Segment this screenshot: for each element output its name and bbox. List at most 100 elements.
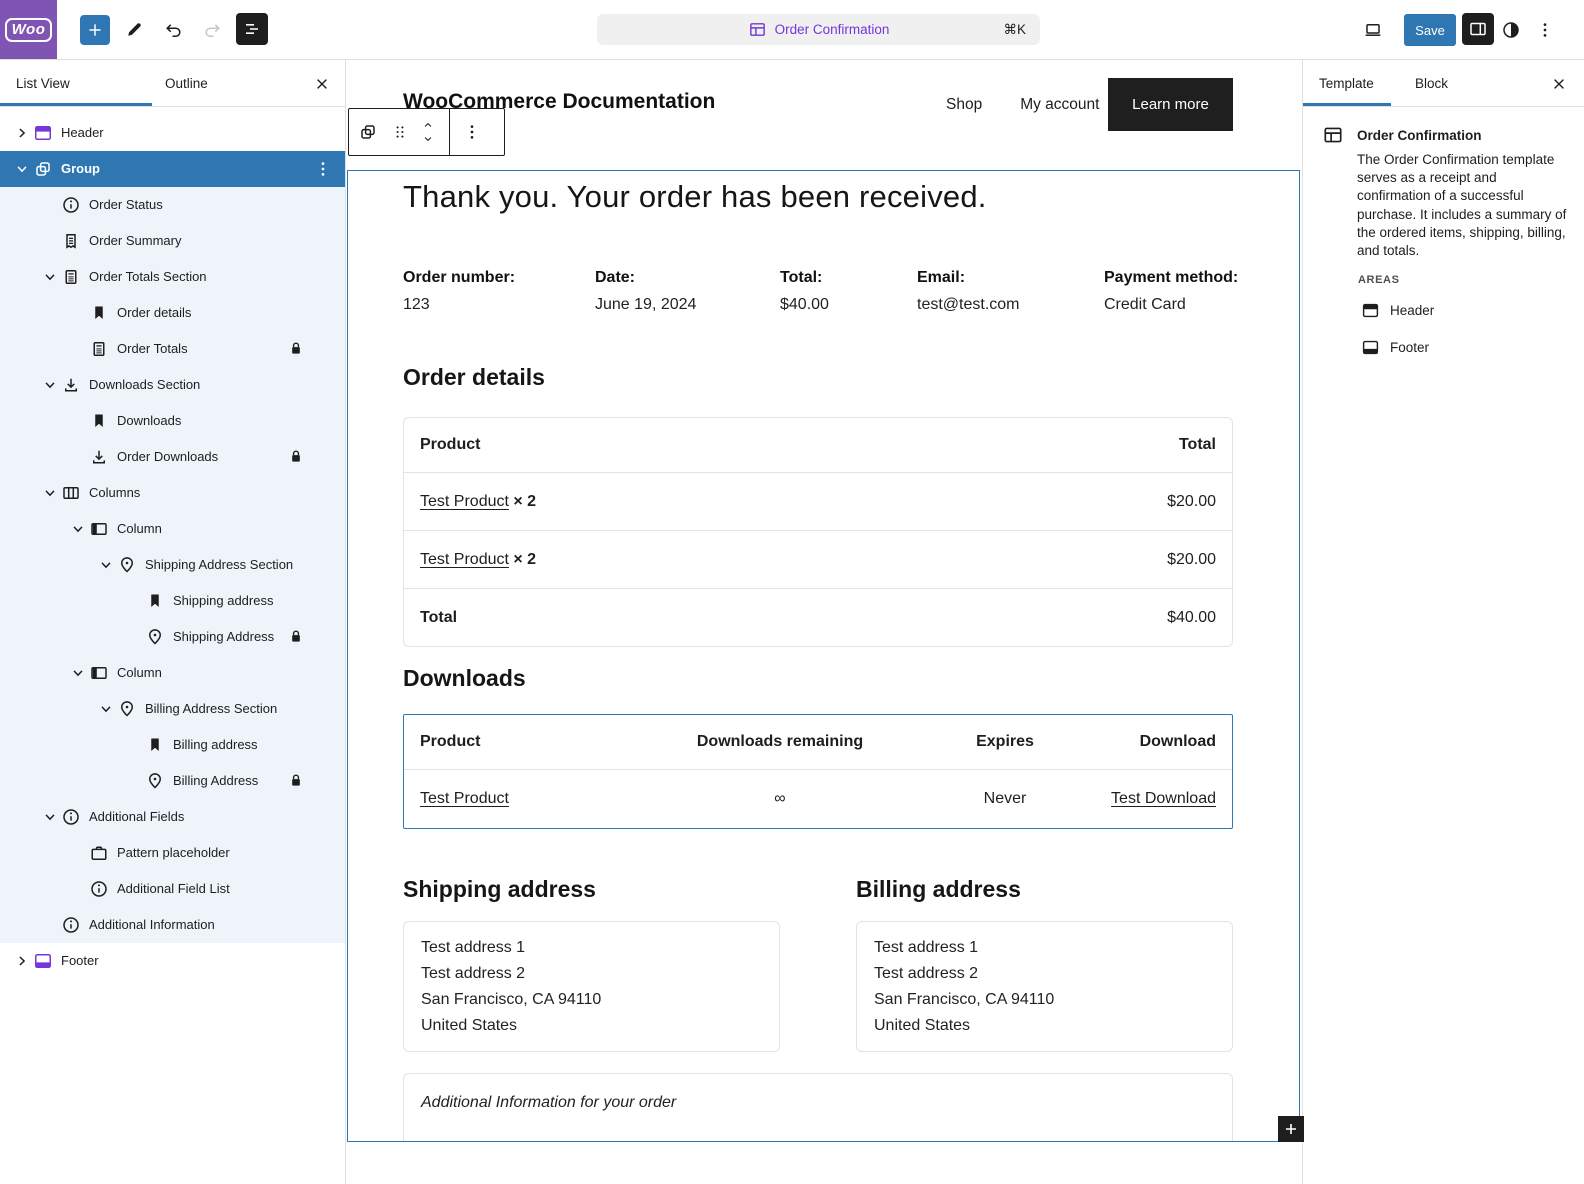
- block-label: Additional Fields: [89, 809, 185, 824]
- redo-button[interactable]: [201, 18, 225, 42]
- drag-handle[interactable]: [387, 109, 413, 155]
- list-view-item-additional-field-list[interactable]: Additional Field List: [0, 871, 345, 907]
- save-button[interactable]: Save: [1404, 14, 1456, 46]
- download-link[interactable]: Test Download: [1111, 790, 1216, 807]
- block-options-button[interactable]: [450, 109, 494, 155]
- list-view-item-order-totals[interactable]: Order Totals: [0, 331, 345, 367]
- list-view-item-shipping-address[interactable]: Shipping address: [0, 583, 345, 619]
- list-view-item-billing-address[interactable]: Billing address: [0, 727, 345, 763]
- address-line: Test address 1: [874, 939, 979, 956]
- pattern-icon: [89, 843, 109, 863]
- move-down-button[interactable]: [419, 132, 437, 146]
- nav-link-shop[interactable]: Shop: [946, 96, 982, 114]
- additional-information-text: Additional Information for your order: [421, 1094, 677, 1111]
- order-details-heading[interactable]: Order details: [403, 364, 545, 391]
- list-view-item-columns[interactable]: Columns: [0, 475, 345, 511]
- list-view-item-column[interactable]: Column: [0, 511, 345, 547]
- list-view-item-billing-address[interactable]: Billing Address: [0, 763, 345, 799]
- group-icon: [33, 159, 53, 179]
- styles-button[interactable]: [1498, 17, 1524, 43]
- list-view-item-additional-fields[interactable]: Additional Fields: [0, 799, 345, 835]
- tab-outline[interactable]: Outline: [152, 60, 208, 106]
- order-details-table[interactable]: Product Total Test Product × 2 $20.00 Test P…: [403, 417, 1233, 647]
- footer-icon: [33, 951, 53, 971]
- chevron-down-icon[interactable]: [40, 807, 60, 827]
- learn-more-button[interactable]: Learn more: [1108, 78, 1233, 131]
- list-view-toggle-button[interactable]: [236, 13, 268, 45]
- list-view-item-order-summary[interactable]: Order Summary: [0, 223, 345, 259]
- woo-logo-text: Woo: [4, 17, 53, 42]
- shipping-address-box[interactable]: Test address 1 Test address 2 San Francisc…: [403, 921, 780, 1052]
- chevron-down-icon[interactable]: [40, 483, 60, 503]
- col-product: Product: [420, 733, 481, 750]
- list-view-item-order-details[interactable]: Order details: [0, 295, 345, 331]
- list-view-item-billing-address-section[interactable]: Billing Address Section: [0, 691, 345, 727]
- nav-link-my-account[interactable]: My account: [1020, 96, 1099, 114]
- chevron-right-icon[interactable]: [12, 123, 32, 143]
- chevron-down-icon[interactable]: [96, 555, 116, 575]
- pin-icon: [117, 555, 137, 575]
- block-type-button[interactable]: [349, 109, 387, 155]
- order-info-label: Total:: [780, 269, 823, 286]
- tab-block[interactable]: Block: [1391, 60, 1448, 106]
- downloads-table[interactable]: Product Downloads remaining Expires Downloa…: [403, 714, 1233, 829]
- chevron-down-icon[interactable]: [40, 375, 60, 395]
- undo-button[interactable]: [161, 18, 185, 42]
- edit-tool-button[interactable]: [122, 18, 146, 42]
- settings-sidebar-toggle[interactable]: [1462, 13, 1494, 45]
- chevron-down-icon[interactable]: [68, 519, 88, 539]
- downloads-remaining: ∞: [774, 790, 786, 807]
- product-link[interactable]: Test Product: [420, 551, 509, 568]
- close-sidebar-button[interactable]: [1548, 73, 1570, 95]
- chevron-down-icon[interactable]: [68, 663, 88, 683]
- close-list-view-button[interactable]: [311, 73, 333, 95]
- list-view-item-order-status[interactable]: Order Status: [0, 187, 345, 223]
- list-view-item-downloads[interactable]: Downloads: [0, 403, 345, 439]
- thank-you-heading[interactable]: Thank you. Your order has been received.: [403, 179, 987, 215]
- template-area-footer[interactable]: Footer: [1361, 338, 1429, 357]
- list-view-item-pattern-placeholder[interactable]: Pattern placeholder: [0, 835, 345, 871]
- product-link[interactable]: Test Product: [420, 790, 509, 807]
- product-link[interactable]: Test Product: [420, 493, 509, 510]
- sidebar-tabs: Template Block: [1303, 60, 1584, 107]
- list-view-item-header[interactable]: Header: [0, 115, 345, 151]
- list-view-item-shipping-address-section[interactable]: Shipping Address Section: [0, 547, 345, 583]
- downloads-heading[interactable]: Downloads: [403, 665, 526, 692]
- shipping-address-heading[interactable]: Shipping address: [403, 876, 596, 903]
- list-view-item-footer[interactable]: Footer: [0, 943, 345, 979]
- template-icon: [1322, 124, 1344, 146]
- command-center[interactable]: Order Confirmation ⌘K: [597, 14, 1040, 45]
- pencil-icon: [124, 20, 144, 40]
- chevron-right-icon[interactable]: [12, 951, 32, 971]
- chevron-down-icon[interactable]: [96, 699, 116, 719]
- list-view-item-order-downloads[interactable]: Order Downloads: [0, 439, 345, 475]
- chevron-down-icon[interactable]: [12, 159, 32, 179]
- list-view-item-column[interactable]: Column: [0, 655, 345, 691]
- group-block[interactable]: Thank you. Your order has been received.…: [347, 170, 1300, 1142]
- template-area-header[interactable]: Header: [1361, 301, 1434, 320]
- billing-address-box[interactable]: Test address 1 Test address 2 San Francisc…: [856, 921, 1233, 1052]
- tab-template[interactable]: Template: [1303, 60, 1391, 106]
- order-info-email-: Email: test@test.com: [917, 269, 1020, 314]
- view-preview-button[interactable]: [1360, 17, 1386, 43]
- kebab-icon[interactable]: [313, 159, 333, 179]
- additional-information-box[interactable]: Additional Information for your order: [403, 1073, 1233, 1141]
- list-view-item-downloads-section[interactable]: Downloads Section: [0, 367, 345, 403]
- append-block-button[interactable]: [1278, 1116, 1304, 1142]
- tab-list-view[interactable]: List View: [0, 60, 152, 106]
- block-inserter-button[interactable]: [80, 15, 110, 45]
- billing-address-heading[interactable]: Billing address: [856, 876, 1021, 903]
- block-label: Shipping Address Section: [145, 557, 294, 572]
- list-view-item-order-totals-section[interactable]: Order Totals Section: [0, 259, 345, 295]
- block-label: Order details: [117, 305, 192, 320]
- list-view-item-additional-information[interactable]: Additional Information: [0, 907, 345, 943]
- col-downloads-remaining: Downloads remaining: [696, 733, 864, 750]
- table-header-row: Product Downloads remaining Expires Downloa…: [404, 715, 1232, 769]
- options-menu-button[interactable]: [1532, 17, 1558, 43]
- move-up-button[interactable]: [419, 118, 437, 132]
- chevron-down-icon[interactable]: [40, 267, 60, 287]
- list-view-item-shipping-address[interactable]: Shipping Address: [0, 619, 345, 655]
- list-view-item-group[interactable]: Group: [0, 151, 345, 187]
- woocommerce-logo[interactable]: Woo: [0, 0, 57, 59]
- block-label: Order Totals Section: [89, 269, 207, 284]
